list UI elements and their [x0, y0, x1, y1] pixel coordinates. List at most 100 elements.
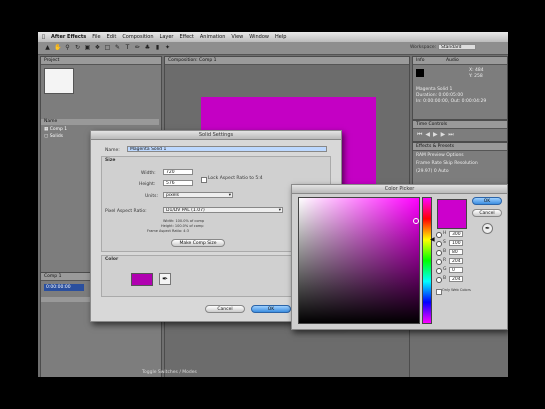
menu-composition[interactable]: Composition — [122, 34, 153, 40]
project-tab[interactable]: Project — [41, 57, 161, 65]
ram-preview-options[interactable]: RAM Preview Options — [416, 153, 464, 158]
menu-help[interactable]: Help — [275, 34, 286, 40]
toggle-switches-modes[interactable]: Toggle Switches / Modes — [142, 370, 197, 375]
menu-window[interactable]: Window — [249, 34, 269, 40]
s-radio[interactable] — [436, 241, 442, 247]
make-comp-size-button[interactable]: Make Comp Size — [171, 239, 225, 247]
b-input[interactable]: 80 — [449, 249, 463, 255]
current-color-preview — [437, 199, 467, 229]
width-input[interactable]: 720 — [163, 169, 193, 175]
h-input[interactable]: 300 — [449, 231, 463, 237]
pixel-aspect-select[interactable]: D1/DV PAL (1.07) ▾ — [163, 207, 283, 213]
blue-field-row: B 204 — [436, 276, 476, 285]
width-label: Width: — [141, 171, 156, 176]
g-radio[interactable] — [436, 268, 442, 274]
camera-tool-icon[interactable]: ▣ — [84, 44, 91, 51]
info-panel: Info Audio X: 484 Y: 258 Magenta Solid 1… — [412, 56, 508, 120]
s-field-row: S 100 — [436, 240, 476, 249]
apple-icon[interactable]:  — [42, 34, 45, 40]
tools-toolbar: ▲ ✋ ⚲ ↻ ▣ ❖ □ ✎ T ✏ ♣ ▮ ✦ Workspace: Sta… — [38, 42, 508, 55]
size-label: Size — [105, 158, 116, 163]
saturation-brightness-field[interactable] — [298, 197, 420, 324]
menu-file[interactable]: File — [92, 34, 100, 40]
hand-tool-icon[interactable]: ✋ — [54, 44, 61, 51]
info-layer-name: Magenta Solid 1 — [416, 87, 453, 92]
color-picker-ok-button[interactable]: OK — [472, 197, 502, 205]
play-icon[interactable]: ▶ — [433, 131, 441, 138]
g-input[interactable]: 0 — [449, 267, 463, 273]
desktop-screen:  After Effects File Edit Composition La… — [38, 32, 508, 377]
chevron-down-icon: ▾ — [278, 208, 281, 213]
menu-effect[interactable]: Effect — [180, 34, 194, 40]
folder-icon: ▢ — [44, 134, 49, 139]
color-value-fields: H 300 S 100 B 80 R 204 G 0 B 204 — [436, 231, 476, 285]
pen-tool-icon[interactable]: ✎ — [114, 44, 121, 51]
y-readout: Y: 258 — [469, 74, 483, 79]
text-tool-icon[interactable]: T — [124, 44, 131, 51]
solid-ok-button[interactable]: OK — [251, 305, 291, 313]
color-picker-dialog: Color Picker ◀ H 300 S 100 B 80 R 204 G … — [291, 184, 508, 330]
brush-tool-icon[interactable]: ✏ — [134, 44, 141, 51]
time-controls-tab[interactable]: Time Controls — [413, 121, 507, 129]
composition-tab[interactable]: Composition: Comp 1 — [165, 57, 409, 65]
audio-tab[interactable]: Audio — [446, 58, 459, 63]
solid-color-swatch[interactable] — [131, 273, 153, 286]
color-selector-ring[interactable] — [413, 218, 419, 224]
clone-tool-icon[interactable]: ♣ — [144, 44, 151, 51]
prev-frame-icon[interactable]: ◀ — [425, 131, 433, 138]
info-duration: Duration: 0:00:05:00 — [416, 93, 464, 98]
eraser-tool-icon[interactable]: ▮ — [154, 44, 161, 51]
r-input[interactable]: 204 — [449, 258, 463, 264]
eyedropper-icon[interactable]: ✒ — [482, 223, 493, 234]
pixel-aspect-label: Pixel Aspect Ratio: — [105, 209, 147, 214]
effects-presets-tab[interactable]: Effects & Presets — [413, 143, 507, 151]
info-tab[interactable]: Info — [416, 58, 425, 63]
frame-aspect-info: Frame Aspect Ratio: 4:3 — [147, 229, 189, 233]
menu-layer[interactable]: Layer — [160, 34, 174, 40]
units-select[interactable]: pixels ▾ — [163, 192, 233, 198]
units-label: Units: — [145, 194, 159, 199]
selection-tool-icon[interactable]: ▲ — [44, 44, 51, 51]
project-header-label: Name — [44, 119, 58, 124]
project-thumbnail — [44, 68, 74, 94]
menu-edit[interactable]: Edit — [107, 34, 117, 40]
only-web-colors-label: Only Web Colors — [442, 288, 471, 292]
hue-slider-arrow-icon[interactable]: ◀ — [430, 237, 435, 243]
b-radio[interactable] — [436, 250, 442, 256]
timecode-display[interactable]: 0:00:00:00 — [44, 284, 84, 291]
chevron-down-icon: ▾ — [228, 193, 231, 198]
app-menu[interactable]: After Effects — [51, 34, 86, 40]
h-radio[interactable] — [436, 232, 442, 238]
info-in-out: In: 0:00:00:00, Out: 0:00:04:29 — [416, 99, 487, 104]
eyedropper-icon[interactable]: ✒ — [159, 273, 171, 285]
rotate-tool-icon[interactable]: ↻ — [74, 44, 81, 51]
color-picker-cancel-button[interactable]: Cancel — [472, 209, 502, 217]
x-readout: X: 484 — [469, 68, 484, 73]
s-input[interactable]: 100 — [449, 240, 463, 246]
zoom-tool-icon[interactable]: ⚲ — [64, 44, 71, 51]
color-label: Color — [105, 257, 119, 262]
solid-settings-title: Solid Settings — [91, 131, 341, 140]
menu-animation[interactable]: Animation — [200, 34, 226, 40]
workspace-select[interactable]: Standard — [438, 44, 476, 50]
lock-aspect-checkbox[interactable] — [201, 177, 207, 183]
last-frame-icon[interactable]: ⏭ — [448, 131, 456, 138]
pan-behind-tool-icon[interactable]: ❖ — [94, 44, 101, 51]
solid-name-input[interactable]: Magenta Solid 1 — [127, 146, 327, 152]
menu-view[interactable]: View — [231, 34, 243, 40]
hue-slider[interactable] — [422, 197, 432, 324]
mask-tool-icon[interactable]: □ — [104, 44, 111, 51]
ram-preview-panel: Effects & Presets RAM Preview Options Fr… — [412, 142, 508, 186]
ram-preview-header: Frame Rate Skip Resolution — [416, 161, 478, 166]
r-field-row: R 204 — [436, 258, 476, 267]
blue-input[interactable]: 204 — [449, 276, 463, 282]
puppet-tool-icon[interactable]: ✦ — [164, 44, 171, 51]
height-percent-info: Height: 100.0% of comp — [161, 224, 204, 228]
color-picker-title: Color Picker — [292, 185, 507, 194]
blue-radio[interactable] — [436, 277, 442, 283]
height-input[interactable]: 576 — [163, 180, 193, 186]
r-radio[interactable] — [436, 259, 442, 265]
height-label: Height: — [139, 182, 156, 187]
solid-cancel-button[interactable]: Cancel — [205, 305, 245, 313]
ram-preview-values[interactable]: (29.97) 0 Auto — [416, 169, 449, 174]
